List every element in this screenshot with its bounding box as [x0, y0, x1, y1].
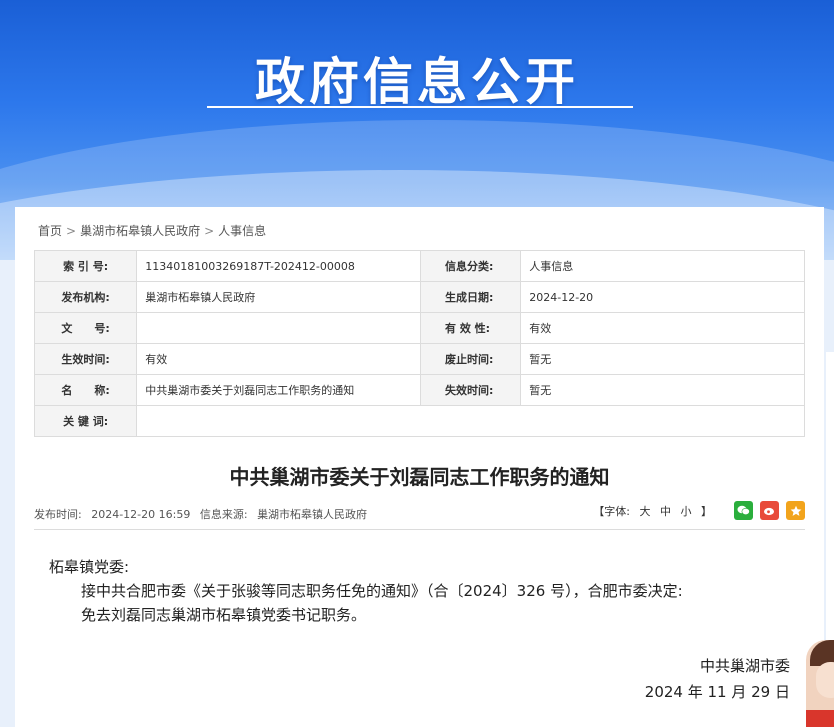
source-value: 巢湖市柘皋镇人民政府	[257, 508, 368, 521]
paragraph: 接中共合肥市委《关于张骏等同志职务任免的通知》（合〔2024〕326 号），合肥…	[81, 582, 683, 600]
mascot-face	[816, 662, 834, 698]
font-size-control: 【字体: 大 中 小 】	[590, 503, 715, 519]
expiry-time-label: 失效时间:	[419, 374, 522, 406]
index-number-label: 索 引 号:	[33, 250, 138, 282]
category-value: 人事信息	[520, 250, 805, 282]
keywords-value	[136, 405, 805, 437]
signature-org: 中共巢湖市委	[699, 657, 790, 675]
name-label: 名 称:	[33, 374, 138, 406]
document-body: 柘皋镇党委: 接中共合肥市委《关于张骏等同志职务任免的通知》（合〔2024〕32…	[49, 555, 683, 627]
wechat-icon[interactable]	[734, 501, 753, 520]
tools: 【字体: 大 中 小 】	[590, 501, 805, 520]
keywords-label: 关 键 词:	[33, 405, 138, 437]
effective-time-value: 有效	[136, 343, 421, 375]
created-date-value: 2024-12-20	[520, 281, 805, 313]
font-medium-button[interactable]: 中	[660, 505, 671, 518]
breadcrumb: 首页 > 巢湖市柘皋镇人民政府 > 人事信息	[38, 222, 270, 239]
qzone-icon[interactable]	[786, 501, 805, 520]
mascot-image[interactable]	[806, 640, 834, 727]
breadcrumb-gov-link[interactable]: 巢湖市柘皋镇人民政府	[80, 224, 200, 238]
signature-date: 2024 年 11 月 29 日	[644, 683, 790, 701]
name-value: 中共巢湖市委关于刘磊同志工作职务的通知	[136, 374, 421, 406]
publish-time-label: 发布时间:	[34, 508, 82, 521]
font-large-button[interactable]: 大	[640, 505, 651, 518]
table-row: 关 键 词:	[33, 405, 805, 437]
doc-number-value	[136, 312, 421, 344]
doc-number-label: 文 号:	[33, 312, 138, 344]
publish-info: 发布时间: 2024-12-20 16:59 信息来源: 巢湖市柘皋镇人民政府	[34, 506, 373, 522]
font-small-button[interactable]: 小	[681, 505, 692, 518]
table-row: 名 称: 中共巢湖市委关于刘磊同志工作职务的通知 失效时间: 暂无	[33, 374, 805, 406]
breadcrumb-category-link[interactable]: 人事信息	[218, 224, 266, 238]
banner-title: 政府信息公开	[255, 53, 579, 111]
category-label: 信息分类:	[419, 250, 522, 282]
table-row: 索 引 号: 11340181003269187T-202412-00008 信…	[33, 250, 805, 282]
table-row: 生效时间: 有效 废止时间: 暂无	[33, 343, 805, 375]
breadcrumb-home-link[interactable]: 首页	[38, 224, 62, 238]
font-size-bracket: 】	[701, 504, 712, 518]
paragraph: 免去刘磊同志巢湖市柘皋镇党委书记职务。	[81, 606, 367, 624]
metadata-table: 索 引 号: 11340181003269187T-202412-00008 信…	[33, 250, 805, 437]
created-date-label: 生成日期:	[419, 281, 522, 313]
publisher-value: 巢湖市柘皋镇人民政府	[136, 281, 421, 313]
index-number-value: 11340181003269187T-202412-00008	[136, 250, 421, 282]
weibo-icon[interactable]	[760, 501, 779, 520]
table-row: 发布机构: 巢湖市柘皋镇人民政府 生成日期: 2024-12-20	[33, 281, 805, 313]
source-label: 信息来源:	[199, 508, 248, 521]
repeal-time-label: 废止时间:	[419, 343, 522, 375]
effective-time-label: 生效时间:	[33, 343, 138, 375]
table-row: 文 号: 有 效 性: 有效	[33, 312, 805, 344]
divider	[34, 529, 805, 530]
validity-label: 有 效 性:	[419, 312, 522, 344]
document-info-bar: 发布时间: 2024-12-20 16:59 信息来源: 巢湖市柘皋镇人民政府 …	[34, 501, 805, 529]
publish-time-value: 2024-12-20 16:59	[91, 508, 191, 521]
breadcrumb-separator: >	[204, 224, 215, 238]
repeal-time-value: 暂无	[520, 343, 805, 375]
breadcrumb-separator: >	[66, 224, 77, 238]
banner-underline	[207, 106, 633, 108]
validity-value: 有效	[520, 312, 805, 344]
content-panel: 首页 > 巢湖市柘皋镇人民政府 > 人事信息 索 引 号: 11340181003269…	[15, 207, 824, 727]
font-size-label: 【字体:	[593, 504, 630, 518]
mascot-band	[806, 710, 834, 727]
expiry-time-value: 暂无	[520, 374, 805, 406]
publisher-label: 发布机构:	[33, 281, 138, 313]
document-title: 中共巢湖市委关于刘磊同志工作职务的通知	[229, 465, 610, 489]
salutation: 柘皋镇党委:	[49, 558, 130, 576]
